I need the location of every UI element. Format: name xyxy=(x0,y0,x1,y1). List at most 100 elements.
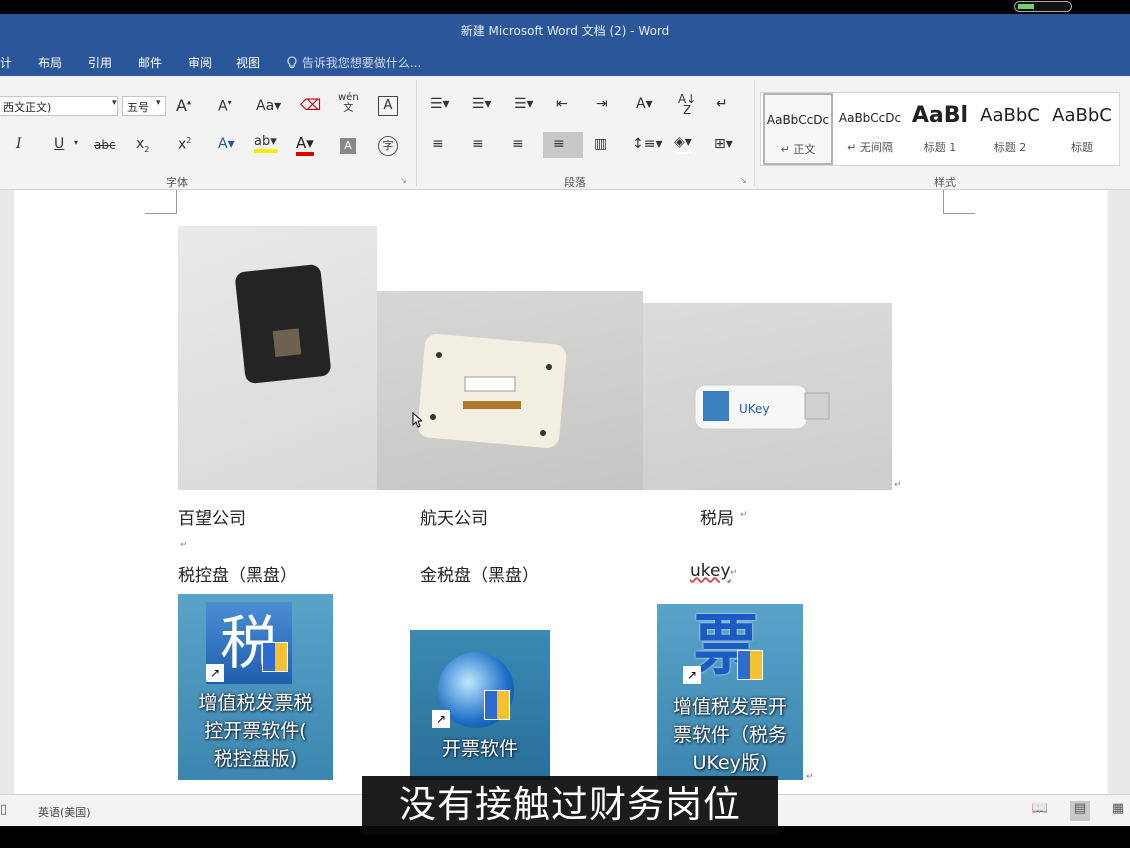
grow-font-icon[interactable]: A▴ xyxy=(176,96,191,115)
ribbon: 西文正文) ▾ 五号 ▾ A▴ A▾ Aa▾ ⌫ wén 文 A I U ▾ ab… xyxy=(0,76,1130,190)
change-case-icon[interactable]: Aa▾ xyxy=(256,98,281,114)
numbering-icon[interactable]: ☰▾ xyxy=(472,96,492,112)
style-heading-1[interactable]: AaBl 标题 1 xyxy=(905,93,975,165)
font-color-icon[interactable]: A▾ xyxy=(296,134,314,156)
style-normal[interactable]: AaBbCcDc ↵ 正文 xyxy=(763,93,833,165)
icon-caption-line: UKey版) xyxy=(692,752,768,774)
style-sample: AaBbC xyxy=(980,105,1040,126)
paragraph-dialog-launcher-icon[interactable]: ↘ xyxy=(740,176,747,185)
sort-icon[interactable]: A↓ Z xyxy=(678,93,696,116)
font-dialog-launcher-icon[interactable]: ↘ xyxy=(400,176,407,185)
style-no-spacing[interactable]: AaBbCcDc ↵ 无间隔 xyxy=(835,93,905,165)
highlight-color-icon[interactable]: ab▾ xyxy=(254,134,277,153)
style-heading-2[interactable]: AaBbC 标题 2 xyxy=(975,93,1045,165)
photo-golden-tax-disk[interactable] xyxy=(377,291,643,490)
language-indicator[interactable]: 英语(美国) xyxy=(38,804,91,820)
font-size-dropdown-icon[interactable]: ▾ xyxy=(156,98,161,108)
ukey-image: UKey xyxy=(694,384,830,430)
tab-design[interactable]: 计 xyxy=(0,54,12,71)
shading-icon[interactable]: ◈▾ xyxy=(674,134,692,154)
enclose-characters-icon[interactable]: 字 xyxy=(378,136,398,156)
style-sample: AaBl xyxy=(911,103,969,128)
styles-group-label: 样式 xyxy=(934,176,956,189)
font-name-value: 西文正文) xyxy=(3,101,52,114)
label-ukey: ukey xyxy=(690,561,731,581)
web-layout-icon[interactable]: ▦ xyxy=(1108,801,1128,821)
photo-ukey[interactable]: UKey xyxy=(643,303,892,490)
line-spacing-icon[interactable]: ↕≡▾ xyxy=(632,136,663,152)
photo-tax-control-disk[interactable] xyxy=(178,226,377,490)
strikethrough-icon[interactable]: abc xyxy=(94,138,116,152)
tell-me-box[interactable]: 告诉我您想要做什么... xyxy=(286,54,421,71)
tab-mailings[interactable]: 邮件 xyxy=(138,54,162,71)
group-separator xyxy=(754,80,755,186)
text-effects-icon[interactable]: A▾ xyxy=(218,136,235,152)
desktop-icon-ukey-software[interactable]: 票 ↗ 增值税发票开 票软件（税务 UKey版) xyxy=(657,604,803,780)
ribbon-tabs: 计 布局 引用 邮件 审阅 视图 告诉我您想要做什么... xyxy=(0,46,1130,76)
clear-formatting-icon[interactable]: ⌫ xyxy=(300,96,321,114)
tell-me-text: 告诉我您想要做什么... xyxy=(301,56,422,70)
justify-icon[interactable]: ≡ xyxy=(553,136,565,152)
style-sample: AaBbCcDc xyxy=(766,113,830,127)
superscript-icon[interactable]: x2 xyxy=(178,136,191,153)
shrink-font-icon[interactable]: A▾ xyxy=(218,98,232,115)
label-golden-tax-disk: 金税盘（黑盘） xyxy=(420,566,539,586)
increase-indent-icon[interactable]: ⇥ xyxy=(596,96,608,112)
document-page[interactable]: UKey ↵ 百望公司 航天公司 税局 ↵ ↵ 税控盘（黑盘） 金税盘（黑盘） … xyxy=(14,190,1108,794)
paragraph-mark: ↵ xyxy=(740,510,748,520)
phonetic-guide-icon[interactable]: wén 文 xyxy=(338,92,359,114)
label-tax-control-disk: 税控盘（黑盘） xyxy=(178,566,297,586)
label-hangtian: 航天公司 xyxy=(420,509,488,529)
style-name: ↵ 无间隔 xyxy=(847,141,893,154)
desktop-icon-invoice-software[interactable]: ↗ 开票软件 xyxy=(410,630,550,780)
paragraph-group-label: 段落 xyxy=(564,176,586,189)
decrease-indent-icon[interactable]: ⇤ xyxy=(556,96,568,112)
underline-dropdown-icon[interactable]: ▾ xyxy=(74,138,78,147)
title-bar: 新建 Microsoft Word 文档 (2) - Word xyxy=(0,14,1130,46)
italic-icon[interactable]: I xyxy=(16,136,22,152)
align-right-icon[interactable]: ≡ xyxy=(512,136,524,152)
style-sample: AaBbC xyxy=(1052,105,1112,126)
show-marks-icon[interactable]: ↵ xyxy=(716,96,728,112)
icon-caption-line: 开票软件 xyxy=(441,738,518,760)
distributed-icon[interactable]: ▥ xyxy=(594,136,607,152)
tab-layout[interactable]: 布局 xyxy=(38,54,62,71)
style-sample: AaBbCcDc xyxy=(838,111,902,125)
paragraph-mark: ↵ xyxy=(180,540,188,550)
tab-references[interactable]: 引用 xyxy=(88,54,112,71)
style-title[interactable]: AaBbC 标题 xyxy=(1047,93,1117,165)
style-name: 标题 1 xyxy=(923,141,957,154)
label-baiwang: 百望公司 xyxy=(178,509,246,529)
align-center-icon[interactable]: ≡ xyxy=(472,136,484,152)
borders-icon[interactable]: ⊞▾ xyxy=(714,136,733,152)
underline-icon[interactable]: U xyxy=(54,136,64,152)
shortcut-arrow-icon: ↗ xyxy=(432,710,450,728)
uac-shield-icon xyxy=(262,642,288,672)
svg-text:UKey: UKey xyxy=(739,402,770,416)
icon-caption-line: 税控盘版) xyxy=(213,748,298,770)
character-border-icon[interactable]: A xyxy=(378,96,398,116)
align-left-icon[interactable]: ≡ xyxy=(432,136,444,152)
style-name: ↵ 正文 xyxy=(780,143,816,156)
print-layout-icon[interactable]: ▤ xyxy=(1070,801,1090,821)
tab-review[interactable]: 审阅 xyxy=(188,54,212,71)
uac-shield-icon xyxy=(737,650,763,680)
font-name-dropdown-icon[interactable]: ▾ xyxy=(112,98,117,108)
font-name-combo[interactable]: 西文正文) xyxy=(0,96,118,116)
chinese-layout-icon[interactable]: A▾ xyxy=(636,96,653,112)
video-subtitle: 没有接触过财务岗位 xyxy=(362,776,778,834)
style-name: 标题 xyxy=(1071,141,1093,154)
subscript-icon[interactable]: x2 xyxy=(136,136,149,154)
multilevel-list-icon[interactable]: ☰▾ xyxy=(514,96,534,112)
styles-gallery: AaBbCcDc ↵ 正文 AaBbCcDc ↵ 无间隔 AaBl 标题 1 A… xyxy=(760,92,1120,166)
tab-view[interactable]: 视图 xyxy=(236,54,260,71)
mouse-cursor-icon xyxy=(412,412,422,428)
macro-record-icon[interactable]: ▯ xyxy=(0,802,7,817)
icon-caption-line: 增值税发票开 xyxy=(672,696,787,718)
desktop-icon-tax-control-software[interactable]: 税 ↗ 增值税发票税 控开票软件( 税控盘版) xyxy=(178,594,333,780)
black-disk-image xyxy=(235,264,331,384)
read-mode-icon[interactable]: 📖 xyxy=(1030,801,1050,821)
bullets-icon[interactable]: ☰▾ xyxy=(430,96,450,112)
character-shading-icon[interactable]: A xyxy=(340,138,356,154)
window-title: 新建 Microsoft Word 文档 (2) - Word xyxy=(460,24,670,38)
